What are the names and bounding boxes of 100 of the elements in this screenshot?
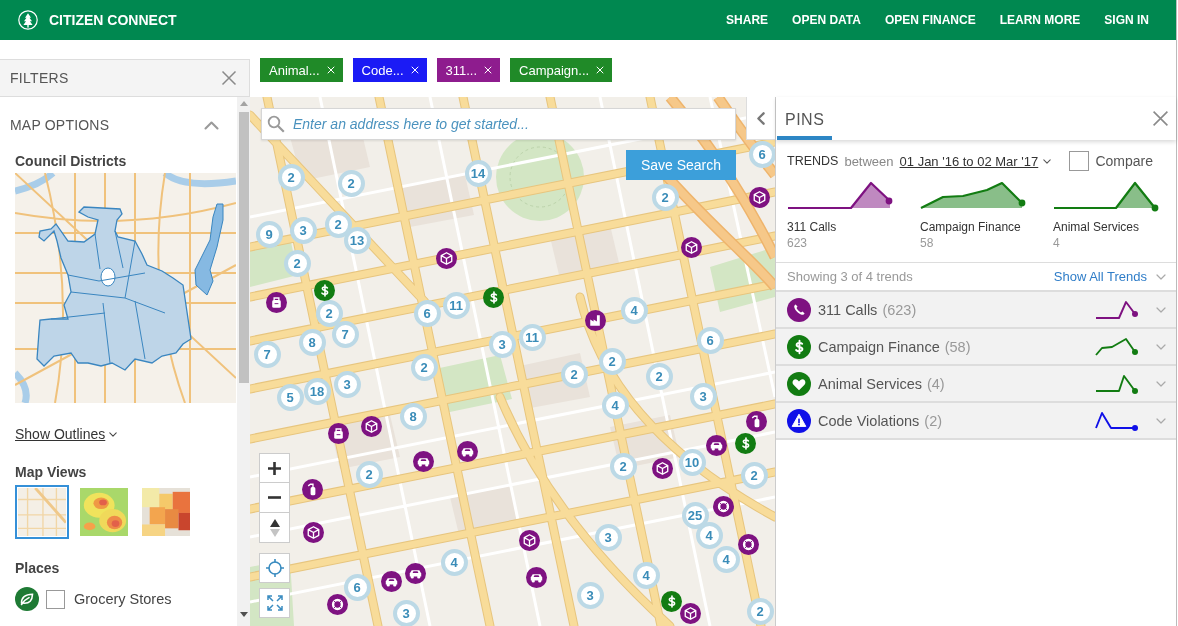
collapse-button[interactable] — [746, 97, 775, 140]
factory-pin-icon[interactable] — [584, 309, 606, 331]
car-pin-icon[interactable] — [705, 434, 727, 456]
bag-pin-icon[interactable] — [327, 422, 349, 444]
car-pin-icon[interactable] — [404, 562, 426, 584]
category-name: Campaign Finance — [818, 338, 940, 355]
checkbox[interactable] — [1069, 151, 1090, 171]
tag-label: 311... — [445, 62, 478, 78]
car-pin-icon[interactable] — [525, 566, 547, 588]
nav-link[interactable]: OPEN DATA — [792, 13, 861, 27]
bag-pin-icon[interactable] — [265, 291, 287, 313]
locate-button[interactable] — [259, 553, 290, 583]
scrollbar-thumb[interactable] — [238, 112, 249, 383]
dollar-pin-icon[interactable] — [482, 286, 504, 308]
dollar-pin-icon[interactable] — [313, 279, 335, 301]
tab[interactable]: PINS — [777, 97, 833, 140]
trend-name: Campaign Finance — [920, 219, 1022, 235]
nav-link[interactable]: OPEN FINANCE — [884, 13, 976, 27]
scrollbar[interactable] — [237, 97, 250, 626]
category-count: (58) — [944, 338, 971, 355]
compass-button[interactable] — [259, 513, 290, 543]
life-ring-pin-icon[interactable] — [326, 593, 348, 615]
search-icon — [267, 115, 285, 133]
cube-pin-icon[interactable] — [518, 529, 540, 551]
car-pin-icon[interactable] — [380, 570, 402, 592]
category-name: Code Violations — [818, 412, 920, 429]
trend-summary: Showing 3 of 4 trends — [787, 269, 913, 284]
trends-label: TRENDS — [787, 154, 839, 168]
trend-count: 4 — [1053, 235, 1061, 251]
category-count: (623) — [882, 301, 917, 318]
category-row[interactable]: 311 Calls (623) — [776, 292, 1176, 329]
section-title: MAP OPTIONS — [10, 117, 110, 133]
zoom-in-button[interactable] — [259, 453, 290, 483]
between-label: between — [844, 153, 894, 169]
life-ring-pin-icon[interactable] — [737, 533, 759, 555]
dollar-pin-icon[interactable] — [734, 432, 756, 454]
expand-icon — [266, 595, 283, 611]
panel-title: FILTERS — [10, 70, 69, 86]
category-count: (2) — [924, 412, 943, 429]
subsection-title: Map Views — [15, 463, 88, 481]
checkbox[interactable] — [46, 589, 65, 609]
trend-sparkline — [1095, 335, 1139, 358]
category-row[interactable]: Code Violations (2) — [776, 403, 1176, 440]
plus-icon — [268, 461, 281, 475]
category-count: (4) — [926, 375, 945, 392]
subsection-title: Places — [15, 559, 61, 577]
extinguisher-pin-icon[interactable] — [745, 410, 767, 432]
subsection-title: Council Districts — [15, 152, 128, 170]
tree-logo-icon[interactable] — [18, 10, 38, 30]
category-name: 311 Calls — [818, 301, 878, 318]
show-outlines-link[interactable]: Show Outlines — [15, 425, 118, 443]
nav-link[interactable]: SIGN IN — [1104, 13, 1149, 27]
compare-label: Compare — [1095, 153, 1153, 169]
nav-link[interactable]: SHARE — [726, 13, 769, 27]
extinguisher-pin-icon[interactable] — [301, 478, 323, 500]
trend-count: 58 — [920, 235, 935, 251]
map-view-button[interactable] — [77, 485, 131, 539]
heat-map-drawing — [80, 488, 128, 536]
chevron-left-icon — [757, 111, 765, 125]
choropleth-map-drawing — [142, 488, 190, 536]
minus-icon — [268, 496, 281, 499]
chevron-down-icon — [1043, 158, 1052, 164]
car-pin-icon[interactable] — [456, 440, 478, 462]
place-label: Grocery Stores — [74, 591, 172, 607]
car-pin-icon[interactable] — [412, 450, 434, 472]
district-map-drawing[interactable] — [15, 173, 236, 403]
crosshair-icon — [265, 559, 284, 577]
show-all-link[interactable]: Show All Trends — [1053, 269, 1166, 284]
tag-label: Campaign... — [519, 62, 590, 78]
save-search-button[interactable]: Save Search — [626, 150, 736, 180]
scroll-down-icon[interactable] — [239, 612, 248, 617]
cube-pin-icon[interactable] — [680, 236, 702, 258]
chevron-down-icon — [109, 431, 118, 437]
date-range-link[interactable]: 01 Jan '16 to 02 Mar '17 — [899, 153, 1052, 169]
map-view-button[interactable] — [139, 485, 193, 539]
category-row[interactable]: Campaign Finance (58) — [776, 329, 1176, 366]
dollar-pin-icon[interactable] — [660, 590, 682, 612]
trend-name: 311 Calls — [787, 219, 838, 235]
fullscreen-button[interactable] — [259, 588, 290, 618]
life-ring-pin-icon[interactable] — [712, 495, 734, 517]
map-view-button[interactable] — [15, 485, 69, 539]
trend-count: 623 — [787, 235, 809, 251]
cube-pin-icon[interactable] — [651, 457, 673, 479]
north-arrow-icon — [269, 518, 280, 537]
search-field[interactable]: Enter an address here to get started... — [261, 108, 736, 140]
zoom-out-button[interactable] — [259, 483, 290, 513]
cube-pin-icon[interactable] — [679, 602, 701, 624]
trend-sparkline — [1095, 298, 1139, 321]
trend-name: Animal Services — [1053, 219, 1141, 235]
trend-sparkline — [1095, 409, 1139, 432]
cube-pin-icon[interactable] — [435, 247, 457, 269]
category-row[interactable]: Animal Services (4) — [776, 366, 1176, 403]
category-name: Animal Services — [818, 375, 922, 392]
nav-link[interactable]: LEARN MORE — [999, 13, 1081, 27]
chevron-down-icon — [1156, 273, 1166, 280]
cube-pin-icon[interactable] — [748, 186, 770, 208]
cube-pin-icon[interactable] — [302, 521, 324, 543]
chevron-up-icon[interactable] — [204, 120, 219, 130]
cube-pin-icon[interactable] — [360, 415, 382, 437]
trend-sparkline — [1095, 372, 1139, 395]
